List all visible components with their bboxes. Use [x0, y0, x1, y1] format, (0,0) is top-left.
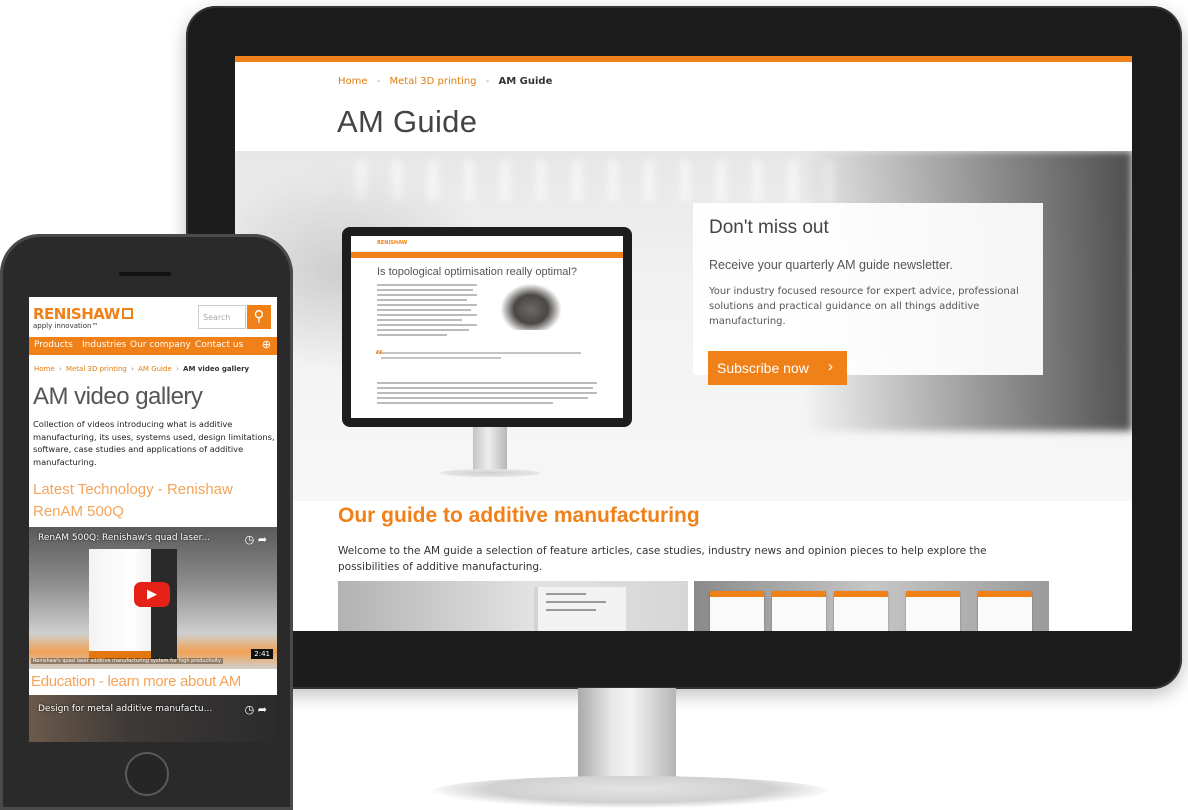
- thumbnail-page-image: [906, 591, 960, 631]
- video-caption: Renishaw's quad laser additive manufactu…: [31, 658, 223, 664]
- video-player[interactable]: RenAM 500Q: Renishaw's quad laser... ◷ ➦…: [29, 527, 277, 669]
- hero-banner: RENISHAW Is topological optimisation rea…: [235, 151, 1132, 501]
- play-button-icon[interactable]: ▶: [134, 582, 170, 607]
- video-section-heading: Education - learn more about AM: [31, 673, 241, 690]
- video-title: Design for metal additive manufactu...: [38, 704, 213, 714]
- share-icon[interactable]: ➦: [258, 703, 267, 716]
- monitor-stand-neck: [578, 688, 676, 784]
- mobile-header: RENISHAW apply innovation™ Search ⚲: [29, 297, 277, 336]
- search-input[interactable]: Search: [198, 305, 246, 329]
- newsletter-title: Don't miss out: [709, 217, 829, 238]
- nav-item-products[interactable]: Products: [34, 340, 73, 350]
- breadcrumb-home-link[interactable]: Home: [338, 76, 368, 87]
- newsletter-body: Your industry focused resource for exper…: [709, 286, 1019, 327]
- video-actions: ◷ ➦: [245, 703, 267, 716]
- nav-item-contact-us[interactable]: Contact us: [195, 340, 243, 350]
- mobile-screen: RENISHAW apply innovation™ Search ⚲ Prod…: [29, 297, 277, 742]
- mini-quote: “: [375, 348, 581, 362]
- top-accent-bar: [235, 56, 1132, 62]
- breadcrumb-separator: -: [376, 76, 381, 87]
- subscribe-button[interactable]: Subscribe now ›: [708, 351, 847, 385]
- hero-monitor-image: RENISHAW Is topological optimisation rea…: [342, 227, 632, 427]
- video-actions: ◷ ➦: [245, 533, 267, 546]
- mini-logo: RENISHAW: [377, 240, 408, 246]
- breadcrumb-metal-3d-link[interactable]: Metal 3D printing: [390, 76, 477, 87]
- video-player[interactable]: Design for metal additive manufactu... ◷…: [29, 695, 277, 742]
- mobile-breadcrumb: Home › Metal 3D printing › AM Guide › AM…: [34, 365, 249, 373]
- mini-text-lines: [377, 284, 477, 339]
- nav-item-industries[interactable]: Industries: [82, 340, 126, 350]
- mobile-nav: Products Industries Our company Contact …: [29, 337, 277, 355]
- hero-monitor-base: [440, 469, 540, 477]
- phone-speaker: [119, 272, 171, 276]
- mini-header: RENISHAW: [351, 236, 623, 252]
- globe-icon[interactable]: ⊕: [262, 338, 271, 351]
- hero-monitor-screen: RENISHAW Is topological optimisation rea…: [351, 236, 623, 418]
- mobile-phone: RENISHAW apply innovation™ Search ⚲ Prod…: [0, 234, 293, 810]
- mobile-page-description: Collection of videos introducing what is…: [33, 419, 275, 467]
- breadcrumb-separator: -: [485, 76, 490, 87]
- breadcrumb-current: AM video gallery: [183, 365, 250, 373]
- newsletter-subtitle: Receive your quarterly AM guide newslett…: [709, 258, 953, 272]
- mobile-page-title: AM video gallery: [33, 383, 203, 410]
- thumbnail-page-image: [834, 591, 888, 631]
- mini-part-image: [501, 284, 561, 330]
- chevron-right-icon: ›: [828, 358, 833, 375]
- breadcrumb-metal-3d-link[interactable]: Metal 3D printing: [66, 365, 127, 373]
- video-section-heading: Latest Technology - Renishaw RenAM 500Q: [33, 481, 233, 520]
- subscribe-button-label: Subscribe now: [717, 360, 809, 376]
- nav-item-our-company[interactable]: Our company: [130, 340, 191, 350]
- newsletter-card: Don't miss out Receive your quarterly AM…: [693, 203, 1043, 385]
- home-button[interactable]: [125, 752, 169, 796]
- video-duration: 2:41: [251, 649, 273, 659]
- guide-intro-text: Welcome to the AM guide a selection of f…: [338, 545, 987, 573]
- article-thumbnail[interactable]: [338, 581, 688, 631]
- article-thumbnail[interactable]: [694, 581, 1049, 631]
- mini-article-title: Is topological optimisation really optim…: [377, 266, 577, 278]
- desktop-screen: Home - Metal 3D printing - AM Guide AM G…: [235, 56, 1132, 631]
- search-icon[interactable]: ⚲: [247, 305, 271, 329]
- watch-later-icon[interactable]: ◷: [245, 533, 255, 546]
- mini-nav-bar: [351, 252, 623, 258]
- breadcrumb: Home - Metal 3D printing - AM Guide: [338, 76, 552, 87]
- logo-tagline: apply innovation™: [33, 322, 99, 330]
- watch-later-icon[interactable]: ◷: [245, 703, 255, 716]
- desktop-monitor: Home - Metal 3D printing - AM Guide AM G…: [186, 6, 1182, 689]
- video-title: RenAM 500Q: Renishaw's quad laser...: [38, 533, 211, 543]
- breadcrumb-am-guide-link[interactable]: AM Guide: [138, 365, 172, 373]
- breadcrumb-home-link[interactable]: Home: [34, 365, 55, 373]
- renishaw-logo[interactable]: RENISHAW: [33, 305, 133, 323]
- thumbnail-document-image: [538, 587, 626, 631]
- share-icon[interactable]: ➦: [258, 533, 267, 546]
- breadcrumb-separator: ›: [131, 365, 134, 373]
- logo-text: RENISHAW: [33, 305, 120, 323]
- hero-monitor-stand: [473, 427, 507, 473]
- thumbnail-page-image: [772, 591, 826, 631]
- thumbnail-page-image: [978, 591, 1032, 631]
- breadcrumb-separator: ›: [175, 365, 179, 373]
- page-title: AM Guide: [337, 104, 478, 139]
- guide-section-title: Our guide to additive manufacturing: [338, 504, 700, 527]
- breadcrumb-current: AM Guide: [498, 76, 553, 87]
- mini-footer-lines: [377, 382, 597, 407]
- logo-mark-icon: [121, 308, 133, 319]
- thumbnail-page-image: [710, 591, 764, 631]
- breadcrumb-separator: ›: [58, 365, 62, 373]
- monitor-stand-base: [430, 776, 830, 808]
